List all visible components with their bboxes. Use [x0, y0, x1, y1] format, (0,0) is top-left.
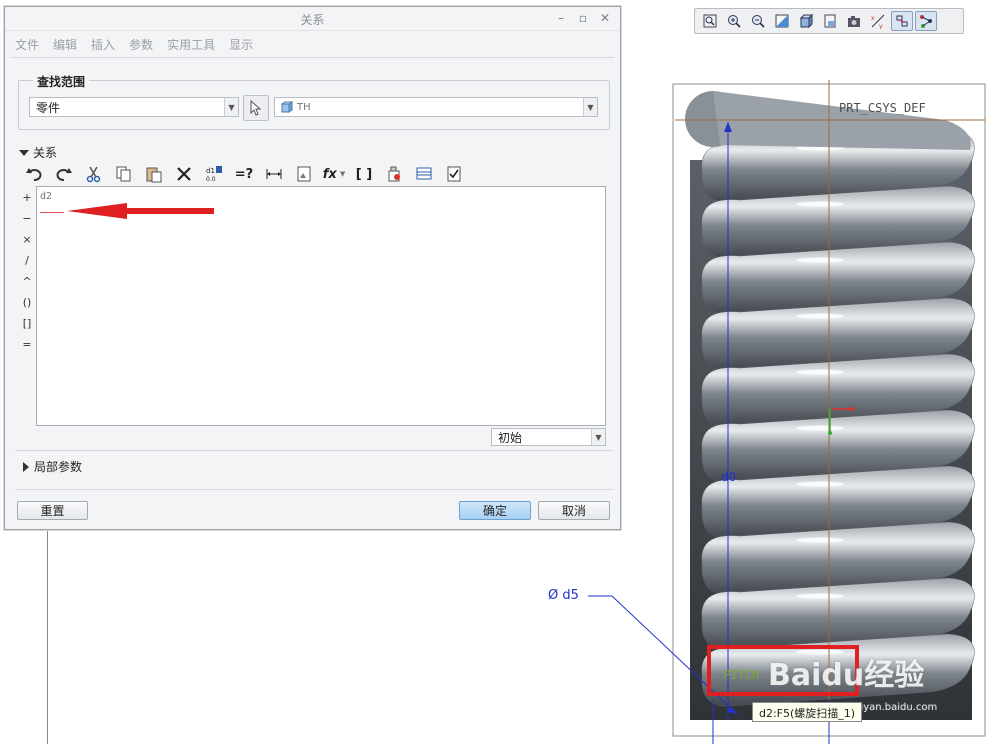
csys-label: PRT_CSYS_DEF	[839, 101, 926, 115]
minimize-icon[interactable]: –	[554, 11, 568, 25]
object-value: TH	[297, 101, 311, 113]
evaluate-button[interactable]: =?	[229, 163, 259, 185]
chevron-down-icon[interactable]: ▼	[591, 429, 605, 445]
coil-highlight	[796, 257, 844, 263]
object-select[interactable]: TH ▼	[274, 97, 598, 117]
scope-select[interactable]: 零件 ▼	[29, 97, 239, 117]
relations-editor[interactable]: d2	[36, 186, 606, 426]
dialog-titlebar[interactable]: 关系 – ▫ ✕	[5, 7, 620, 31]
operator-parentheses[interactable]: ()	[19, 292, 35, 313]
cancel-button[interactable]: 取消	[538, 501, 610, 520]
operator-equals[interactable]: =	[19, 334, 35, 355]
red-arrow-annotation	[67, 203, 214, 219]
relations-text: d2	[40, 191, 53, 202]
verify-relations-button[interactable]	[439, 163, 469, 185]
operator-plus[interactable]: +	[19, 187, 35, 208]
evaluate-label: =?	[234, 166, 254, 182]
coil-highlight	[796, 369, 844, 375]
menu-utilities[interactable]: 实用工具	[167, 36, 215, 53]
coil-highlight	[796, 313, 844, 319]
relations-section-toggle[interactable]: 关系	[19, 144, 57, 161]
fx-label: fx	[322, 166, 337, 182]
sort-relations-button[interactable]	[289, 163, 319, 185]
cursor-arrow-icon	[250, 100, 262, 116]
delete-button[interactable]	[169, 163, 199, 185]
svg-text:d1: d1	[206, 167, 215, 175]
menubar: 文件 编辑 插入 参数 实用工具 显示	[5, 31, 620, 57]
insert-function-button[interactable]: fx ▼	[319, 163, 349, 185]
unit-settings-button[interactable]	[379, 163, 409, 185]
coil-highlight	[796, 481, 844, 487]
copy-button[interactable]	[109, 163, 139, 185]
dialog-title: 关系	[300, 13, 325, 27]
watermark: Baidu经验	[768, 658, 925, 693]
status-value: 初始	[498, 430, 523, 445]
ok-button[interactable]: 确定	[459, 501, 531, 520]
operator-column: + − × / ^ () [] =	[19, 187, 35, 355]
operator-multiply[interactable]: ×	[19, 229, 35, 250]
operator-minus[interactable]: −	[19, 208, 35, 229]
reset-button[interactable]: 重置	[17, 501, 88, 520]
redo-button[interactable]	[49, 163, 79, 185]
part-icon	[281, 101, 293, 113]
paste-button[interactable]	[139, 163, 169, 185]
undo-icon	[26, 168, 42, 181]
relations-label: 关系	[33, 146, 58, 160]
relation-status-select[interactable]: 初始 ▼	[491, 428, 606, 446]
menu-show[interactable]: 显示	[229, 36, 253, 53]
svg-text:0.0: 0.0	[206, 176, 216, 183]
menu-insert[interactable]: 插入	[91, 36, 115, 53]
expand-triangle-icon	[23, 461, 29, 472]
chevron-down-icon[interactable]: ▼	[583, 98, 597, 116]
editor-underline	[40, 212, 64, 213]
menu-separator	[11, 57, 614, 58]
menu-parameters[interactable]: 参数	[129, 36, 153, 53]
dimension-d5[interactable]: Ø d5	[548, 588, 579, 603]
flask-icon	[388, 166, 400, 182]
close-icon[interactable]: ✕	[598, 11, 612, 25]
dimension-tooltip: d2:F5(螺旋扫描_1)	[752, 702, 863, 722]
redo-icon	[56, 168, 72, 181]
pick-object-button[interactable]	[243, 95, 269, 121]
relations-dialog: 关系 – ▫ ✕ 文件 编辑 插入 参数 实用工具 显示 查找范围 零件 ▼ T…	[4, 6, 621, 530]
undo-button[interactable]	[19, 163, 49, 185]
switch-dimensions-button[interactable]: d1 0.0	[199, 163, 229, 185]
chevron-down-icon[interactable]: ▼	[340, 170, 345, 178]
scissors-icon	[86, 166, 101, 183]
paste-icon	[146, 167, 162, 183]
local-params-toggle[interactable]: 局部参数	[23, 458, 82, 475]
chevron-down-icon[interactable]: ▼	[224, 98, 238, 116]
dimension-d0[interactable]: d0	[721, 470, 736, 484]
delete-x-icon	[177, 167, 191, 181]
document-image-icon	[297, 166, 311, 182]
scope-label: 查找范围	[33, 73, 90, 90]
copy-icon	[116, 166, 131, 182]
dimension-span-icon	[266, 169, 282, 179]
scope-value: 零件	[36, 100, 61, 115]
coil-highlight	[796, 593, 844, 599]
dimension-symbols-icon: d10.0	[206, 166, 222, 183]
operator-divide[interactable]: /	[19, 250, 35, 271]
coil-highlight	[796, 425, 844, 431]
show-dimension-button[interactable]	[259, 163, 289, 185]
relations-toolbar: d1 0.0 =? fx ▼ [ ]	[19, 163, 469, 185]
local-params-label: 局部参数	[34, 460, 83, 474]
cut-button[interactable]	[79, 163, 109, 185]
collapse-triangle-icon	[19, 149, 29, 156]
checklist-icon	[447, 166, 461, 182]
insert-brackets-button[interactable]: [ ]	[349, 163, 379, 185]
operator-power[interactable]: ^	[19, 271, 35, 292]
spring-coils	[701, 129, 975, 707]
menu-edit[interactable]: 编辑	[53, 36, 77, 53]
footer-separator	[15, 489, 613, 490]
menu-file[interactable]: 文件	[15, 36, 39, 53]
brackets-label: [ ]	[355, 166, 373, 182]
coil-highlight	[796, 201, 844, 207]
coil-highlight	[796, 537, 844, 543]
table-icon	[416, 167, 432, 180]
parameters-table-button[interactable]	[409, 163, 439, 185]
operator-brackets[interactable]: []	[19, 313, 35, 334]
section-separator	[15, 450, 613, 451]
maximize-icon[interactable]: ▫	[576, 11, 590, 25]
